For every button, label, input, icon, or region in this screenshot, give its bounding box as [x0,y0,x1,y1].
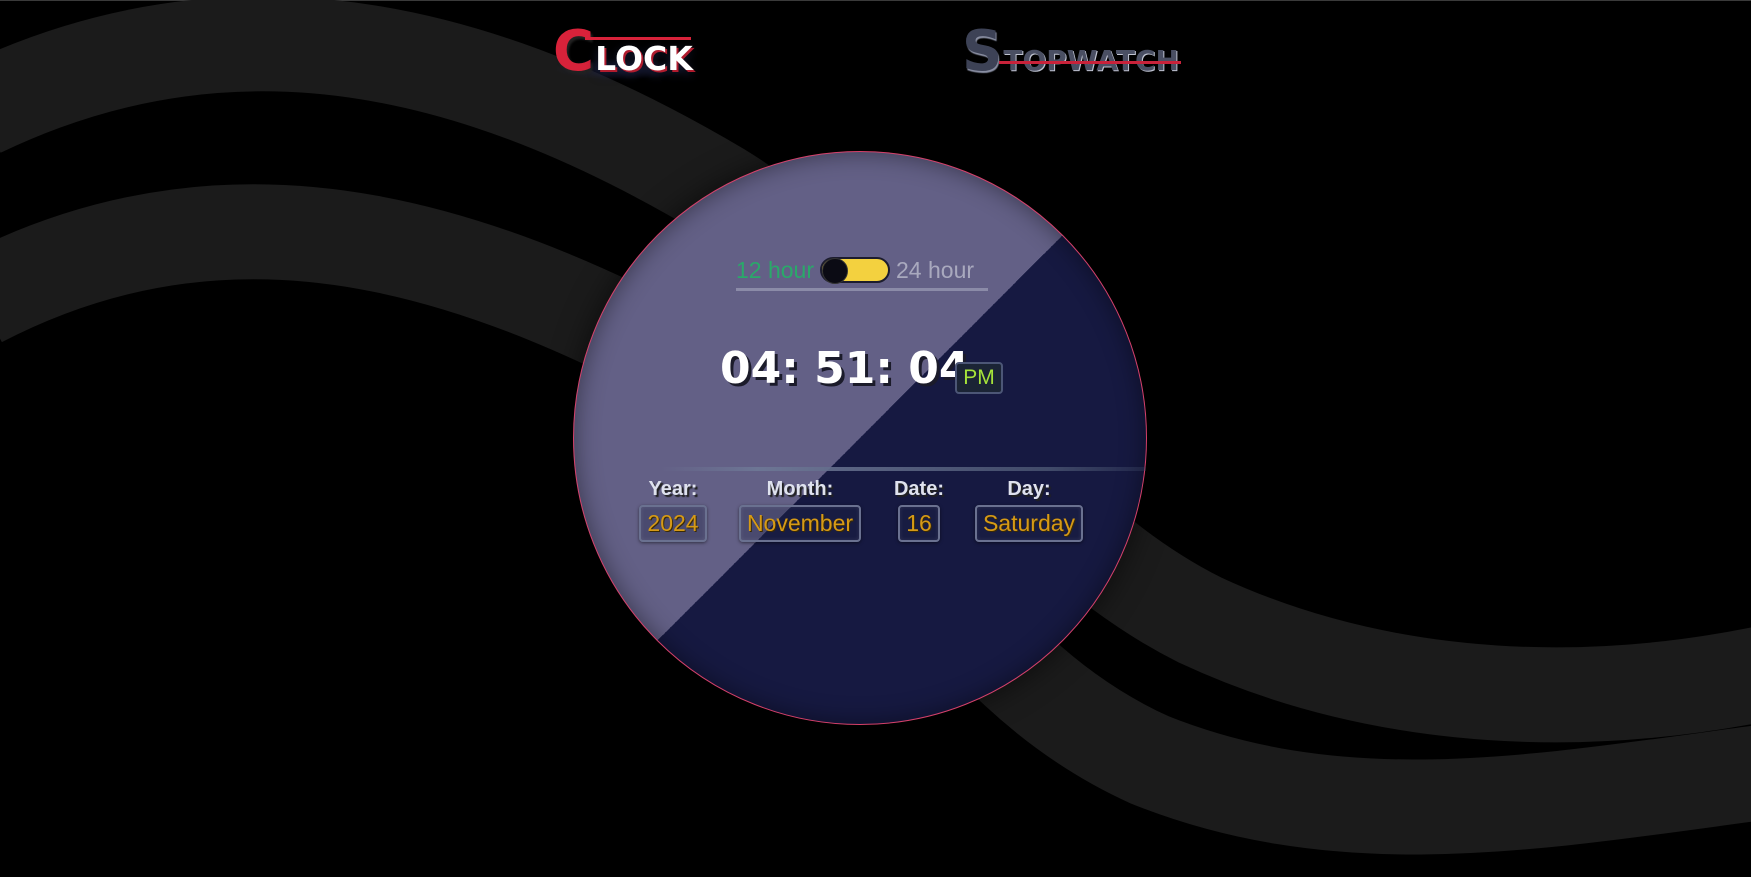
time-display: 04: 51: 04 [720,343,970,394]
day-label: Day: [1007,478,1051,500]
toggle-knob[interactable] [822,258,849,284]
clock-tab-initial: C [553,19,595,84]
month-label: Month: [766,478,834,500]
month-field: Month: November [734,478,866,542]
format-toggle[interactable] [820,257,891,284]
clock-face [573,151,1147,725]
am-pm-badge: PM [955,362,1003,394]
month-value: November [738,505,862,542]
date-divider [660,467,1146,471]
day-field: Day: Saturday [972,478,1086,542]
year-value: 2024 [639,505,707,542]
date-field: Date: 16 [892,478,946,542]
nav-tab-clock[interactable]: C LOCK [553,20,693,80]
format-12-hour-label[interactable]: 12 hour [736,257,814,284]
year-label: Year: [648,478,698,500]
time-format-switch: 12 hour 24 hour [736,252,988,291]
clock-tab-label: LOCK [585,37,693,78]
nav-tab-stopwatch[interactable]: S TOPWATCH [962,19,1181,84]
stopwatch-tab-label: TOPWATCH [999,44,1181,77]
stopwatch-tab-initial: S [962,19,1003,84]
day-value: Saturday [974,505,1084,542]
date-label: Date: [893,478,944,500]
date-value: 16 [898,505,940,542]
year-field: Year: 2024 [636,478,710,542]
format-24-hour-label[interactable]: 24 hour [896,257,974,284]
